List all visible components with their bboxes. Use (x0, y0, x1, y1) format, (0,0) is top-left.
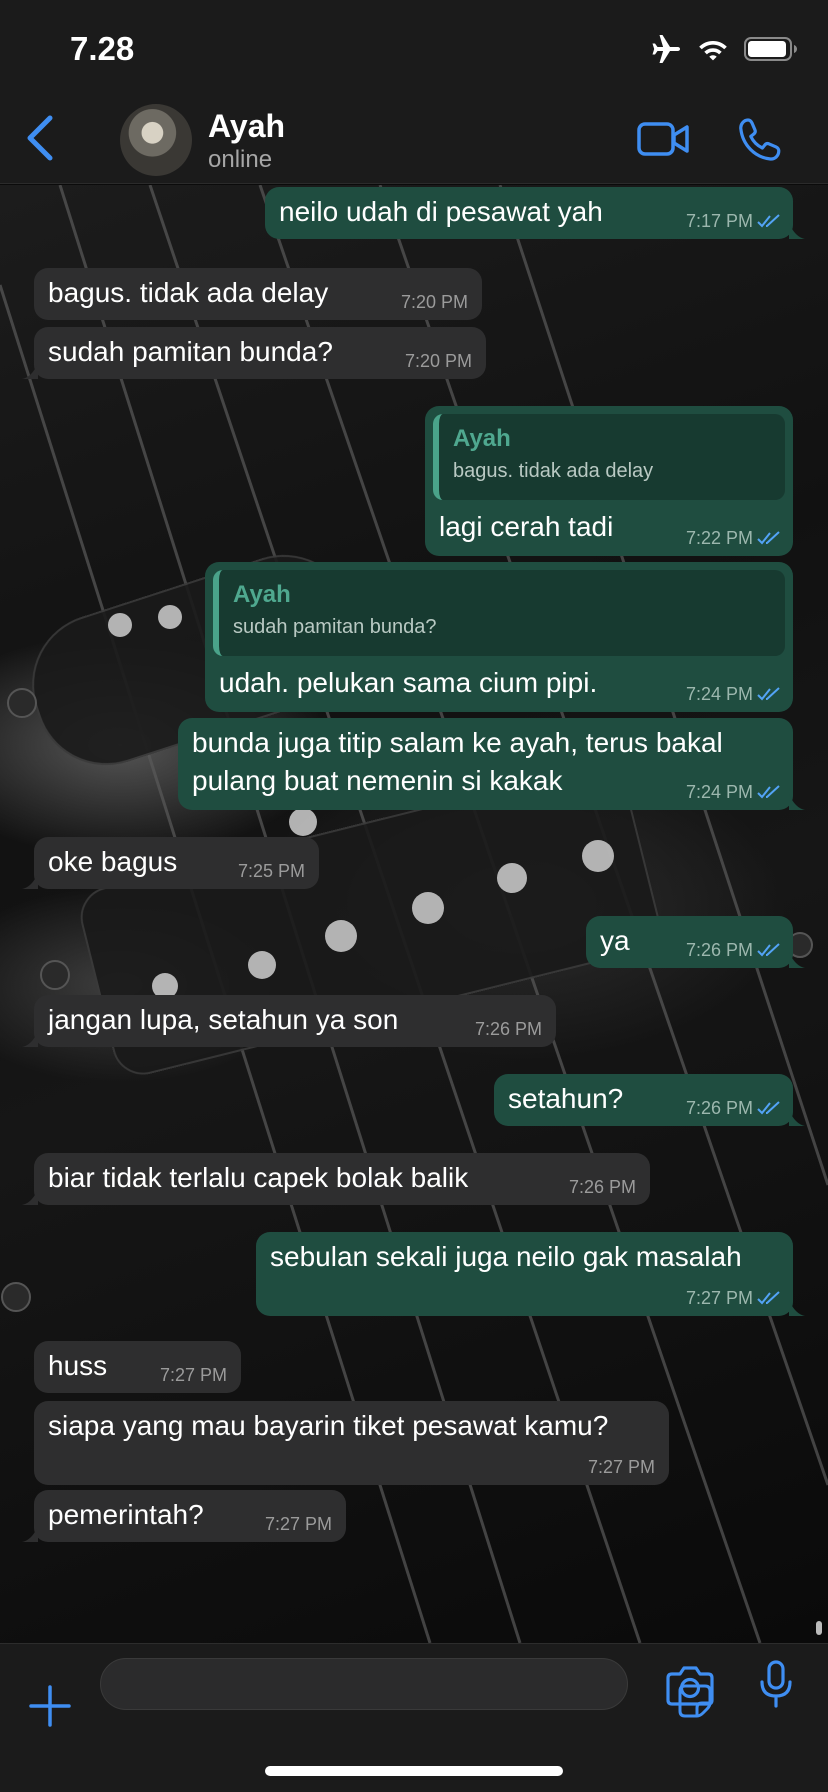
read-receipt-icon (757, 1291, 780, 1305)
message-text: sebulan sekali juga neilo gak masalah (270, 1241, 742, 1272)
message-bubble[interactable]: ya 7:26 PM (586, 916, 805, 968)
message-text-line: bunda juga titip salam ke ayah, terus ba… (192, 727, 723, 758)
message-bubble[interactable]: setahun? 7:26 PM (494, 1074, 805, 1126)
message-bubble[interactable]: Ayah bagus. tidak ada delay lagi cerah t… (425, 406, 793, 556)
bubble-tail (789, 952, 805, 968)
battery-icon (744, 37, 797, 61)
bubble-tail (789, 223, 805, 239)
phone-call-icon[interactable] (738, 116, 784, 162)
read-receipt-icon (757, 943, 780, 957)
contact-status: online (208, 146, 273, 173)
bubble-tail (789, 1300, 805, 1316)
bubble-tail (22, 1031, 38, 1047)
chat-header: Ayah online (0, 96, 828, 184)
message-bubble[interactable]: oke bagus 7:25 PM (22, 837, 319, 889)
contact-name[interactable]: Ayah (208, 108, 285, 145)
message-bubble[interactable]: huss 7:27 PM (34, 1341, 241, 1393)
quoted-reply[interactable]: Ayah bagus. tidak ada delay (433, 414, 785, 500)
message-time: 7:26 PM (686, 940, 781, 960)
message-time: 7:26 PM (474, 1019, 542, 1039)
status-bar: 7.28 (0, 0, 828, 96)
message-text: udah. pelukan sama cium pipi. (219, 667, 598, 698)
message-time: 7:26 PM (568, 1177, 636, 1197)
bubble-tail (789, 794, 805, 810)
read-receipt-icon (757, 531, 780, 545)
message-bubble[interactable]: siapa yang mau bayarin tiket pesawat kam… (34, 1401, 669, 1485)
message-time: 7:27 PM (686, 1288, 781, 1308)
message-time: 7:27 PM (159, 1365, 227, 1385)
message-input[interactable] (100, 1658, 712, 1718)
message-bubble[interactable]: Ayah sudah pamitan bunda? udah. pelukan … (205, 562, 793, 712)
message-time: 7:20 PM (404, 351, 472, 371)
camera-icon[interactable] (666, 1664, 714, 1706)
message-time: 7:27 PM (264, 1514, 332, 1534)
status-icons (650, 34, 798, 64)
plus-icon[interactable] (28, 1684, 72, 1728)
message-bubble[interactable]: sebulan sekali juga neilo gak masalah 7:… (256, 1232, 805, 1316)
read-receipt-icon (757, 1101, 780, 1115)
message-time: 7:17 PM (686, 211, 781, 231)
wifi-icon (699, 41, 727, 61)
message-time: 7:24 PM (686, 782, 781, 802)
microphone-icon[interactable] (758, 1660, 794, 1708)
message-composer (0, 1643, 828, 1792)
chevron-left-icon[interactable] (20, 110, 60, 166)
message-time: 7:24 PM (686, 684, 781, 704)
message-time: 7:26 PM (686, 1098, 781, 1118)
message-bubble[interactable]: sudah pamitan bunda? 7:20 PM (22, 327, 486, 379)
message-time: 7:25 PM (237, 861, 305, 881)
message-bubble[interactable]: neilo udah di pesawat yah 7:17 PM (265, 187, 805, 239)
bubble-tail (22, 1526, 38, 1542)
home-indicator[interactable] (265, 1766, 563, 1776)
airplane-icon (652, 35, 680, 63)
message-time: 7:22 PM (686, 528, 781, 548)
scrollbar[interactable] (816, 1621, 822, 1635)
quote-author: Ayah (453, 425, 511, 452)
bubble-tail (22, 1189, 38, 1205)
message-time: 7:27 PM (587, 1457, 655, 1477)
message-text: jangan lupa, setahun ya son (48, 1004, 399, 1035)
quote-text: bagus. tidak ada delay (453, 460, 654, 482)
chat-area[interactable]: neilo udah di pesawat yah 7:17 PM bagus.… (0, 185, 828, 1643)
read-receipt-icon (757, 785, 780, 799)
avatar[interactable] (120, 104, 192, 176)
read-receipt-icon (757, 687, 780, 701)
message-text: biar tidak terlalu capek bolak balik (48, 1162, 469, 1193)
status-time: 7.28 (70, 30, 135, 67)
bubble-tail (22, 873, 38, 889)
bubble-tail (22, 363, 38, 379)
message-text: lagi cerah tadi (439, 511, 614, 542)
quote-text: sudah pamitan bunda? (233, 616, 437, 638)
message-bubble[interactable]: pemerintah? 7:27 PM (22, 1490, 346, 1542)
message-time: 7:20 PM (400, 292, 468, 312)
video-call-icon[interactable] (636, 120, 690, 158)
message-bubble[interactable]: jangan lupa, setahun ya son 7:26 PM (22, 995, 556, 1047)
message-bubble[interactable]: bunda juga titip salam ke ayah, terus ba… (178, 718, 805, 810)
read-receipt-icon (757, 214, 780, 228)
quote-author: Ayah (233, 581, 291, 608)
message-bubble[interactable]: bagus. tidak ada delay 7:20 PM (34, 268, 482, 320)
bubble-tail (789, 1110, 805, 1126)
message-bubble[interactable]: biar tidak terlalu capek bolak balik 7:2… (22, 1153, 650, 1205)
message-text: siapa yang mau bayarin tiket pesawat kam… (48, 1410, 609, 1441)
quoted-reply[interactable]: Ayah sudah pamitan bunda? (213, 570, 785, 656)
